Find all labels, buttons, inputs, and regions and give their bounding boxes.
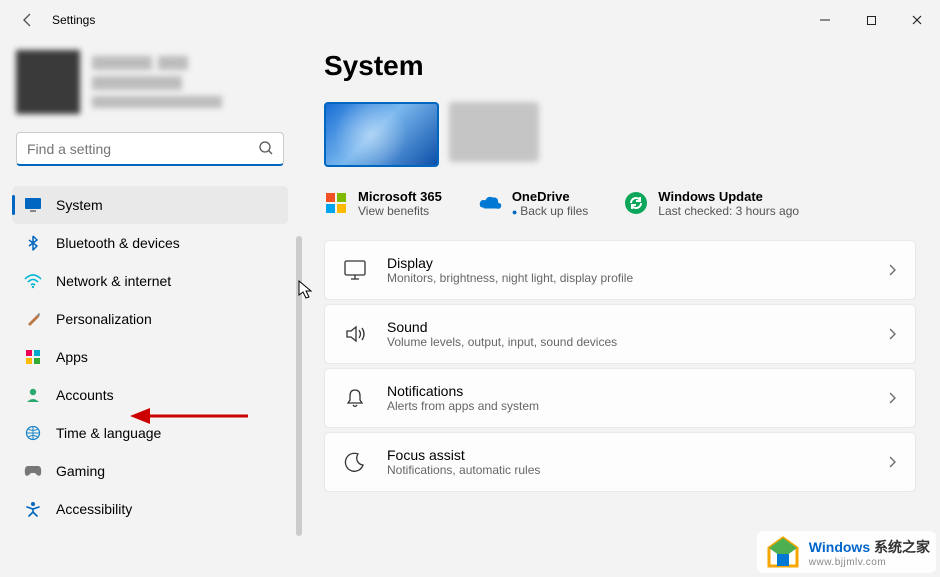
sidebar-item-gaming[interactable]: Gaming bbox=[12, 452, 288, 490]
search-input[interactable] bbox=[16, 132, 284, 166]
chevron-right-icon bbox=[887, 391, 897, 405]
search-box[interactable] bbox=[16, 132, 284, 166]
bell-icon bbox=[343, 386, 367, 410]
user-block[interactable] bbox=[12, 50, 288, 114]
sidebar-item-label: Gaming bbox=[56, 463, 105, 479]
sidebar-item-accessibility[interactable]: Accessibility bbox=[12, 490, 288, 528]
sidebar-item-label: Accessibility bbox=[56, 501, 132, 517]
card-sound[interactable]: Sound Volume levels, output, input, soun… bbox=[324, 304, 916, 364]
sidebar-item-network[interactable]: Network & internet bbox=[12, 262, 288, 300]
maximize-button[interactable] bbox=[848, 4, 894, 36]
device-thumb-secondary[interactable] bbox=[449, 102, 539, 162]
sidebar-item-label: Apps bbox=[56, 349, 88, 365]
sound-icon bbox=[343, 322, 367, 346]
minimize-icon bbox=[819, 14, 831, 26]
watermark: Windows 系统之家 www.bjjmlv.com bbox=[757, 531, 936, 573]
card-sub: Monitors, brightness, night light, displ… bbox=[387, 271, 867, 285]
main-content: System Microsoft 365 View benefits OneDr… bbox=[300, 40, 940, 577]
monitor-icon bbox=[24, 196, 42, 214]
sidebar-item-personalization[interactable]: Personalization bbox=[12, 300, 288, 338]
back-arrow-icon bbox=[20, 12, 36, 28]
sidebar-item-label: Accounts bbox=[56, 387, 114, 403]
card-display[interactable]: Display Monitors, brightness, night ligh… bbox=[324, 240, 916, 300]
back-button[interactable] bbox=[12, 4, 44, 36]
sidebar-item-bluetooth[interactable]: Bluetooth & devices bbox=[12, 224, 288, 262]
sidebar-item-label: System bbox=[56, 197, 103, 213]
bluetooth-icon bbox=[24, 234, 42, 252]
watermark-brand-cn: 系统之家 bbox=[874, 539, 930, 555]
chevron-right-icon bbox=[887, 455, 897, 469]
globe-clock-icon bbox=[24, 424, 42, 442]
card-notifications[interactable]: Notifications Alerts from apps and syste… bbox=[324, 368, 916, 428]
card-title: Sound bbox=[387, 319, 867, 335]
card-title: Display bbox=[387, 255, 867, 271]
status-title: Windows Update bbox=[658, 189, 799, 204]
page-title: System bbox=[324, 50, 916, 82]
chevron-right-icon bbox=[887, 327, 897, 341]
status-row: Microsoft 365 View benefits OneDrive ●Ba… bbox=[324, 189, 916, 218]
onedrive-icon bbox=[478, 191, 502, 215]
nav-list: System Bluetooth & devices Network & int… bbox=[12, 186, 288, 528]
display-icon bbox=[343, 258, 367, 282]
m365-icon bbox=[324, 191, 348, 215]
moon-icon bbox=[343, 450, 367, 474]
update-icon bbox=[624, 191, 648, 215]
app-title: Settings bbox=[52, 13, 95, 27]
status-windows-update[interactable]: Windows Update Last checked: 3 hours ago bbox=[624, 189, 799, 218]
sidebar-scrollbar[interactable] bbox=[296, 236, 302, 536]
sidebar-item-accounts[interactable]: Accounts bbox=[12, 376, 288, 414]
card-sub: Notifications, automatic rules bbox=[387, 463, 867, 477]
minimize-button[interactable] bbox=[802, 4, 848, 36]
status-title: Microsoft 365 bbox=[358, 189, 442, 204]
avatar bbox=[16, 50, 80, 114]
card-sub: Alerts from apps and system bbox=[387, 399, 867, 413]
device-thumb-primary[interactable] bbox=[324, 102, 439, 167]
watermark-logo-icon bbox=[763, 534, 803, 570]
maximize-icon bbox=[866, 15, 877, 26]
sidebar-item-label: Network & internet bbox=[56, 273, 171, 289]
device-thumbnails bbox=[324, 102, 916, 167]
sidebar-item-label: Personalization bbox=[56, 311, 152, 327]
user-text-block bbox=[92, 50, 222, 114]
brush-icon bbox=[24, 310, 42, 328]
title-bar: Settings bbox=[0, 0, 940, 40]
status-sub: Last checked: 3 hours ago bbox=[658, 204, 799, 218]
sidebar-item-apps[interactable]: Apps bbox=[12, 338, 288, 376]
card-focus-assist[interactable]: Focus assist Notifications, automatic ru… bbox=[324, 432, 916, 492]
sidebar-item-time-language[interactable]: Time & language bbox=[12, 414, 288, 452]
watermark-url: www.bjjmlv.com bbox=[809, 557, 930, 568]
card-sub: Volume levels, output, input, sound devi… bbox=[387, 335, 867, 349]
sidebar-item-label: Time & language bbox=[56, 425, 161, 441]
close-icon bbox=[911, 14, 923, 26]
watermark-brand: Windows bbox=[809, 539, 870, 555]
person-icon bbox=[24, 386, 42, 404]
status-title: OneDrive bbox=[512, 189, 588, 204]
status-onedrive[interactable]: OneDrive ●Back up files bbox=[478, 189, 588, 218]
chevron-right-icon bbox=[887, 263, 897, 277]
gamepad-icon bbox=[24, 462, 42, 480]
close-button[interactable] bbox=[894, 4, 940, 36]
sidebar: System Bluetooth & devices Network & int… bbox=[0, 40, 300, 577]
status-sub: ●Back up files bbox=[512, 204, 588, 218]
settings-cards: Display Monitors, brightness, night ligh… bbox=[324, 240, 916, 492]
apps-icon bbox=[24, 348, 42, 366]
status-m365[interactable]: Microsoft 365 View benefits bbox=[324, 189, 442, 218]
search-icon bbox=[258, 140, 274, 156]
card-title: Notifications bbox=[387, 383, 867, 399]
card-title: Focus assist bbox=[387, 447, 867, 463]
wifi-icon bbox=[24, 272, 42, 290]
sidebar-item-system[interactable]: System bbox=[12, 186, 288, 224]
status-sub: View benefits bbox=[358, 204, 442, 218]
sidebar-item-label: Bluetooth & devices bbox=[56, 235, 180, 251]
window-controls bbox=[802, 4, 940, 36]
accessibility-icon bbox=[24, 500, 42, 518]
